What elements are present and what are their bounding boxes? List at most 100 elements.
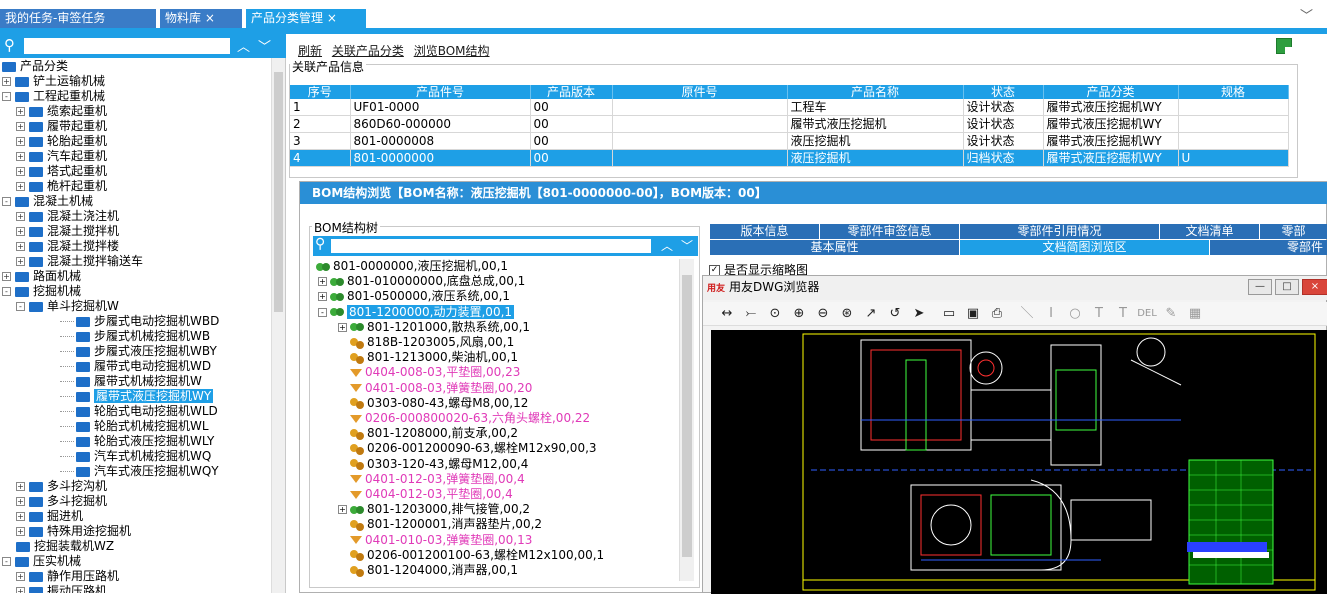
- link-category-link[interactable]: 关联产品分类: [332, 44, 404, 58]
- text-icon[interactable]: T: [1089, 306, 1109, 322]
- expand-icon[interactable]: +: [16, 242, 25, 251]
- chevron-down-icon[interactable]: ﹀: [258, 36, 271, 55]
- bom-tree-node[interactable]: 801-0000000,液压挖掘机,00,1: [316, 259, 508, 274]
- dim-text-icon[interactable]: T: [1113, 306, 1133, 322]
- tree-node[interactable]: 履带式液压挖掘机WY: [60, 389, 214, 404]
- chevron-up-icon[interactable]: ︿: [661, 237, 673, 254]
- tree-node[interactable]: 挖掘装载机WZ: [16, 539, 114, 554]
- tree-node[interactable]: + 桅杆起重机: [16, 179, 107, 194]
- tree-node[interactable]: - 混凝土机械: [2, 194, 93, 209]
- tree-node[interactable]: + 混凝土搅拌机: [16, 224, 119, 239]
- expand-icon[interactable]: +: [16, 167, 25, 176]
- search-icon[interactable]: ⚲: [315, 236, 325, 252]
- tree-node[interactable]: 轮胎式液压挖掘机WLY: [60, 434, 214, 449]
- collapse-icon[interactable]: -: [318, 307, 327, 317]
- tree-node[interactable]: + 混凝土搅拌输送车: [16, 254, 143, 269]
- table-row[interactable]: 1 UF01-0000 00 工程车 设计状态 履带式液压挖掘机WY: [290, 99, 1289, 116]
- tree-node[interactable]: + 静作用压路机: [16, 569, 119, 584]
- zoom-previous-icon[interactable]: ↺: [885, 306, 905, 322]
- dwg-drawing-canvas[interactable]: [711, 330, 1327, 594]
- zoom-extents-icon[interactable]: ⊛: [837, 306, 857, 322]
- tree-node[interactable]: 步履式电动挖掘机WBD: [60, 314, 219, 329]
- tree-node[interactable]: 履带式电动挖掘机WD: [60, 359, 211, 374]
- zoom-out-icon[interactable]: ⊖: [813, 306, 833, 322]
- expand-icon[interactable]: +: [16, 152, 25, 161]
- expand-icon[interactable]: +: [16, 512, 25, 521]
- bom-tree-node[interactable]: 0401-008-03,弹簧垫圈,00,20: [338, 381, 532, 396]
- bom-tree-node[interactable]: 0404-012-03,平垫圈,00,4: [338, 487, 513, 502]
- tree-node[interactable]: + 轮胎起重机: [16, 134, 107, 149]
- expand-icon[interactable]: +: [16, 497, 25, 506]
- line-icon[interactable]: ＼: [1017, 306, 1037, 322]
- minimize-button[interactable]: —: [1248, 279, 1272, 295]
- zoom-in-icon[interactable]: ⊕: [789, 306, 809, 322]
- expand-icon[interactable]: +: [338, 322, 347, 332]
- expand-icon[interactable]: +: [16, 527, 25, 536]
- bom-tree-node[interactable]: 801-1213000,柴油机,00,1: [338, 350, 518, 365]
- tree-node[interactable]: + 路面机械: [2, 269, 81, 284]
- text-tool-icon[interactable]: Ⅰ: [1041, 306, 1061, 322]
- bom-search-input[interactable]: [331, 239, 651, 253]
- tree-node[interactable]: + 铲土运输机械: [2, 74, 105, 89]
- excel-export-icon[interactable]: [1276, 38, 1292, 54]
- tree-node[interactable]: + 特殊用途挖掘机: [16, 524, 131, 539]
- column-header[interactable]: 序号: [290, 85, 351, 99]
- tree-node[interactable]: + 混凝土浇注机: [16, 209, 119, 224]
- bom-tree-node[interactable]: 0401-010-03,弹簧垫圈,00,13: [338, 533, 532, 548]
- chevron-down-icon[interactable]: ﹀: [1300, 5, 1313, 24]
- bom-tree-node[interactable]: 0206-001200100-63,螺栓M12x100,00,1: [338, 548, 604, 563]
- bom-tree-node[interactable]: +801-1201000,散热系统,00,1: [338, 320, 530, 335]
- open-icon[interactable]: ▭: [939, 306, 959, 322]
- tree-node[interactable]: 轮胎式机械挖掘机WL: [60, 419, 209, 434]
- tree-node[interactable]: - 挖掘机械: [2, 284, 81, 299]
- refresh-link[interactable]: 刷新: [298, 44, 322, 58]
- tree-search-input[interactable]: [24, 38, 230, 54]
- expand-icon[interactable]: +: [16, 257, 25, 266]
- tab-part-usage[interactable]: 零部件引用情况: [960, 224, 1160, 239]
- tree-node[interactable]: 履带式机械挖掘机W: [60, 374, 202, 389]
- zoom-realtime-icon[interactable]: ↗: [861, 306, 881, 322]
- column-header[interactable]: 产品版本: [530, 85, 613, 99]
- expand-icon[interactable]: +: [318, 277, 327, 287]
- tree-node[interactable]: + 缆索起重机: [16, 104, 107, 119]
- tab-part-more[interactable]: 零部: [1260, 224, 1327, 239]
- expand-icon[interactable]: +: [16, 482, 25, 491]
- tree-node[interactable]: 产品分类: [2, 59, 68, 74]
- maximize-button[interactable]: □: [1275, 279, 1299, 295]
- collapse-icon[interactable]: -: [16, 302, 25, 311]
- tab-document-list[interactable]: 文档清单: [1160, 224, 1260, 239]
- chevron-down-icon[interactable]: ﹀: [681, 237, 693, 254]
- column-header[interactable]: 产品件号: [350, 85, 531, 99]
- bom-tree-node[interactable]: 818B-1203005,风扇,00,1: [338, 335, 514, 350]
- collapse-icon[interactable]: -: [2, 197, 11, 206]
- table-row[interactable]: 2 860D60-000000 00 履带式液压挖掘机 设计状态 履带式液压挖掘机WY: [290, 115, 1289, 133]
- collapse-icon[interactable]: -: [2, 557, 11, 566]
- expand-icon[interactable]: +: [318, 292, 327, 302]
- search-icon[interactable]: ⚲: [4, 36, 15, 54]
- column-header[interactable]: 原件号: [612, 85, 788, 99]
- expand-icon[interactable]: +: [16, 227, 25, 236]
- tree-node[interactable]: 步履式液压挖掘机WBY: [60, 344, 217, 359]
- tab-my-tasks[interactable]: 我的任务-审签任务: [0, 9, 156, 28]
- expand-icon[interactable]: +: [338, 505, 347, 515]
- select-icon[interactable]: ➤: [909, 306, 929, 322]
- column-header[interactable]: 产品名称: [787, 85, 964, 99]
- collapse-icon[interactable]: -: [2, 92, 11, 101]
- bom-tree-node[interactable]: 0206-000800020-63,六角头螺栓,00,22: [338, 411, 590, 426]
- expand-icon[interactable]: +: [16, 182, 25, 191]
- scrollbar-thumb[interactable]: [682, 275, 692, 557]
- tree-node[interactable]: 汽车式机械挖掘机WQ: [60, 449, 211, 464]
- tab-material-library[interactable]: 物料库 ×: [160, 9, 242, 28]
- bom-tree-node[interactable]: - 801-1200000,动力装置,00,1: [318, 304, 515, 320]
- expand-icon[interactable]: +: [16, 212, 25, 221]
- bom-tree-node[interactable]: 0206-001200090-63,螺栓M12x90,00,3: [338, 441, 597, 456]
- bom-tree-node[interactable]: 801-1204000,消声器,00,1: [338, 563, 518, 578]
- tree-node[interactable]: + 塔式起重机: [16, 164, 107, 179]
- expand-icon[interactable]: +: [16, 137, 25, 146]
- tree-node[interactable]: - 工程起重机械: [2, 89, 105, 104]
- tree-scrollbar[interactable]: [271, 58, 285, 593]
- edit-icon[interactable]: ✎: [1161, 306, 1181, 322]
- tab-product-category[interactable]: 产品分类管理 ×: [246, 9, 366, 28]
- bom-tree-node[interactable]: 0303-120-43,螺母M12,00,4: [338, 457, 528, 472]
- expand-icon[interactable]: +: [2, 77, 11, 86]
